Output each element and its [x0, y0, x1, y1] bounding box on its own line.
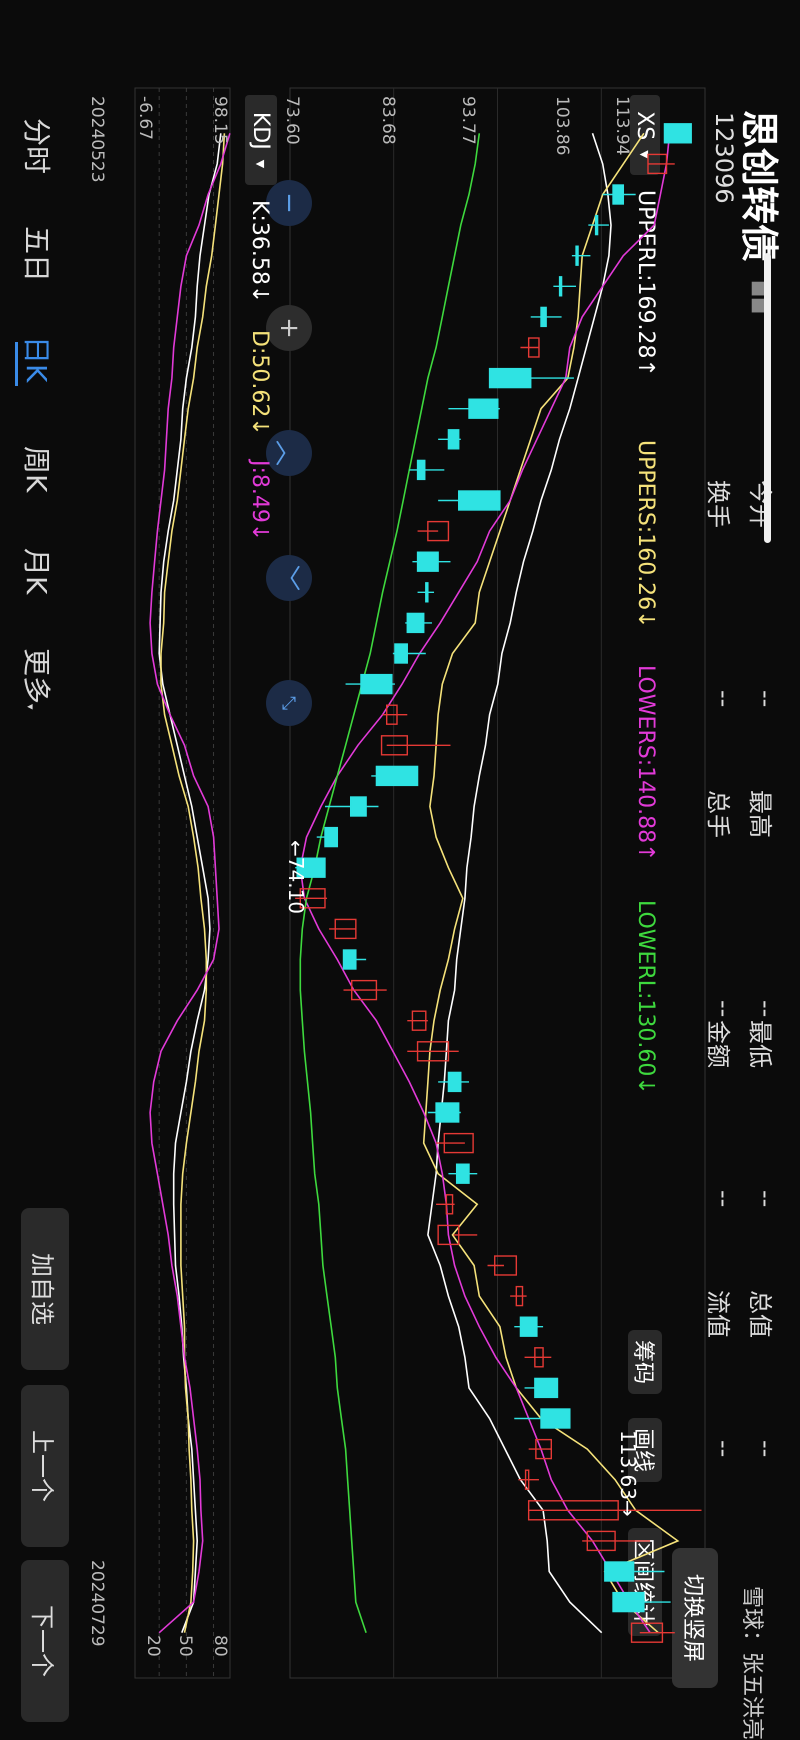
candle-body: [375, 765, 419, 787]
scroll-down-icon[interactable]: ﹀: [266, 555, 312, 601]
end-date: 20240729: [87, 1560, 107, 1647]
candle-body: [488, 367, 532, 389]
zoom-out-icon[interactable]: −: [266, 180, 312, 226]
kdj-axis-label: -6.67: [135, 96, 155, 140]
active-tab-indicator: [15, 342, 18, 386]
kdj-axis-label: 98.15: [210, 96, 230, 145]
tab-monthly-k[interactable]: 月K: [18, 548, 58, 594]
candle-body: [534, 1377, 559, 1399]
dropdown-caret-icon: ▾: [24, 704, 37, 710]
sub-indicator-selector[interactable]: KDJ ▼: [245, 95, 277, 185]
price-axis-label: 73.60: [282, 96, 302, 145]
indicator-j: J:8.49↓: [247, 460, 272, 542]
candle-body: [425, 582, 429, 603]
add-watchlist-button[interactable]: 加自选: [21, 1208, 69, 1370]
price-axis-label: 83.68: [378, 96, 398, 145]
next-button[interactable]: 下一个: [21, 1560, 69, 1722]
high-annotation: 113.63→: [616, 1430, 640, 1517]
candlesticks: [295, 123, 702, 1643]
candle-body: [540, 1408, 571, 1429]
kline-chart[interactable]: [0, 0, 800, 1731]
indicator-k: K:36.58↓: [247, 200, 272, 304]
candle-body: [406, 612, 425, 634]
indicator-d: D:50.62↓: [247, 330, 272, 436]
kdj-lines: [149, 133, 231, 1634]
tab-intraday[interactable]: 分时: [18, 118, 58, 174]
tab-more-label: 更多: [20, 648, 53, 705]
watermark: 雪球：张五洪亮: [739, 1586, 764, 1740]
low-annotation: ←74.10: [284, 840, 308, 915]
candle-body: [612, 184, 625, 205]
dropdown-caret-icon: ▼: [254, 159, 268, 169]
candle-body: [360, 673, 393, 695]
candle-body: [612, 1591, 645, 1613]
band-line-lowerl: [299, 133, 481, 1633]
candle-body: [447, 1071, 462, 1093]
candle-body: [519, 1316, 538, 1337]
tab-daily-k[interactable]: 日K: [18, 336, 58, 382]
price-axis-label: 93.77: [458, 96, 478, 145]
candle-body: [540, 306, 547, 328]
tab-five-day[interactable]: 五日: [18, 226, 58, 282]
candle-body: [416, 459, 426, 481]
candle-body: [575, 245, 579, 266]
candle-body: [394, 643, 408, 664]
start-date: 20240523: [87, 96, 107, 183]
candle-body: [594, 214, 599, 236]
sub-indicator-name: KDJ: [248, 111, 274, 150]
kdj-line-k: [158, 133, 222, 1633]
kdj-axis-label: 80: [210, 1635, 230, 1657]
collapse-icon[interactable]: ⤡: [266, 680, 312, 726]
candle-body: [342, 949, 357, 970]
candle-body: [324, 826, 339, 848]
candle-body: [447, 429, 460, 450]
candle-body: [458, 490, 501, 511]
candle-body: [558, 276, 563, 297]
candle-body: [455, 1163, 470, 1184]
previous-button[interactable]: 上一个: [21, 1385, 69, 1547]
tab-weekly-k[interactable]: 周K: [18, 446, 58, 492]
kdj-axis-label: 20: [143, 1635, 163, 1657]
candle-body: [604, 1561, 635, 1582]
kdj-axis-label: 50: [175, 1635, 195, 1657]
band-line-uppers: [422, 132, 680, 1634]
band-line-lowers: [299, 133, 671, 1634]
candle-body: [663, 123, 692, 144]
band-lines: [299, 132, 680, 1634]
tab-more[interactable]: 更多▾: [18, 648, 58, 710]
price-axis-label: 103.86: [552, 96, 572, 156]
price-axis-label: 113.94: [612, 96, 632, 156]
candle-body: [349, 796, 367, 817]
landscape-stage: 思创转债 ■■ 123096 今开 -- 最高 -- 最低 -- 总值 -- 换…: [0, 0, 800, 1731]
candle-body: [416, 551, 439, 572]
candle-body: [468, 398, 499, 419]
home-indicator: [764, 253, 771, 543]
scroll-up-icon[interactable]: ︿: [266, 430, 312, 476]
zoom-in-icon[interactable]: +: [266, 305, 312, 351]
candle-body: [435, 1102, 460, 1123]
